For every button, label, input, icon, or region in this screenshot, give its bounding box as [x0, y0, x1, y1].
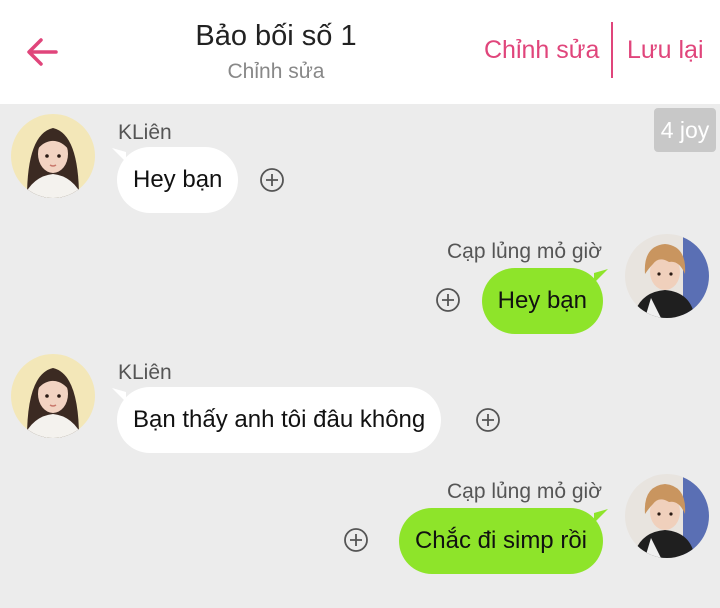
sender-name: KLiên: [118, 361, 172, 384]
add-reaction-button[interactable]: [435, 287, 461, 313]
add-reaction-button[interactable]: [343, 527, 369, 553]
plus-circle-icon: [476, 408, 500, 432]
message-bubble[interactable]: Hey bạn: [117, 147, 239, 213]
save-button[interactable]: Lưu lại: [627, 36, 704, 65]
sender-name: Cạp lủng mỏ giờ: [446, 480, 602, 503]
avatar-kliên: [11, 114, 95, 198]
bubble-tail: [594, 509, 608, 523]
girl-avatar-icon: [11, 354, 95, 438]
chat-subtitle: Chỉnh sửa: [227, 60, 325, 83]
plus-circle-icon: [344, 528, 368, 552]
chat-title: Bảo bối số 1: [195, 20, 357, 52]
avatar-kliên: [11, 354, 95, 438]
add-reaction-button[interactable]: [475, 407, 501, 433]
header-divider: [611, 22, 613, 78]
boy-avatar-icon: [625, 474, 709, 558]
boy-avatar-icon: [625, 234, 709, 318]
message-bubble[interactable]: Bạn thấy anh tôi đâu không: [117, 387, 442, 453]
joy-badge: 4 joy: [654, 108, 716, 152]
avatar-cap-lung-mo-gio: [625, 234, 709, 318]
sender-name: Cạp lủng mỏ giờ: [446, 240, 602, 263]
girl-avatar-icon: [11, 114, 95, 198]
header-bar: Bảo bối số 1 Chỉnh sửa Chỉnh sửa Lưu lại: [0, 0, 720, 104]
message-bubble[interactable]: Chắc đi simp rồi: [398, 508, 603, 574]
edit-button[interactable]: Chỉnh sửa: [484, 36, 599, 65]
message-bubble[interactable]: Hey bạn: [481, 268, 603, 334]
add-reaction-button[interactable]: [259, 167, 285, 193]
bubble-tail: [594, 269, 608, 283]
sender-name: KLiên: [118, 121, 172, 144]
plus-circle-icon: [260, 168, 284, 192]
avatar-cap-lung-mo-gio: [625, 474, 709, 558]
plus-circle-icon: [436, 288, 460, 312]
